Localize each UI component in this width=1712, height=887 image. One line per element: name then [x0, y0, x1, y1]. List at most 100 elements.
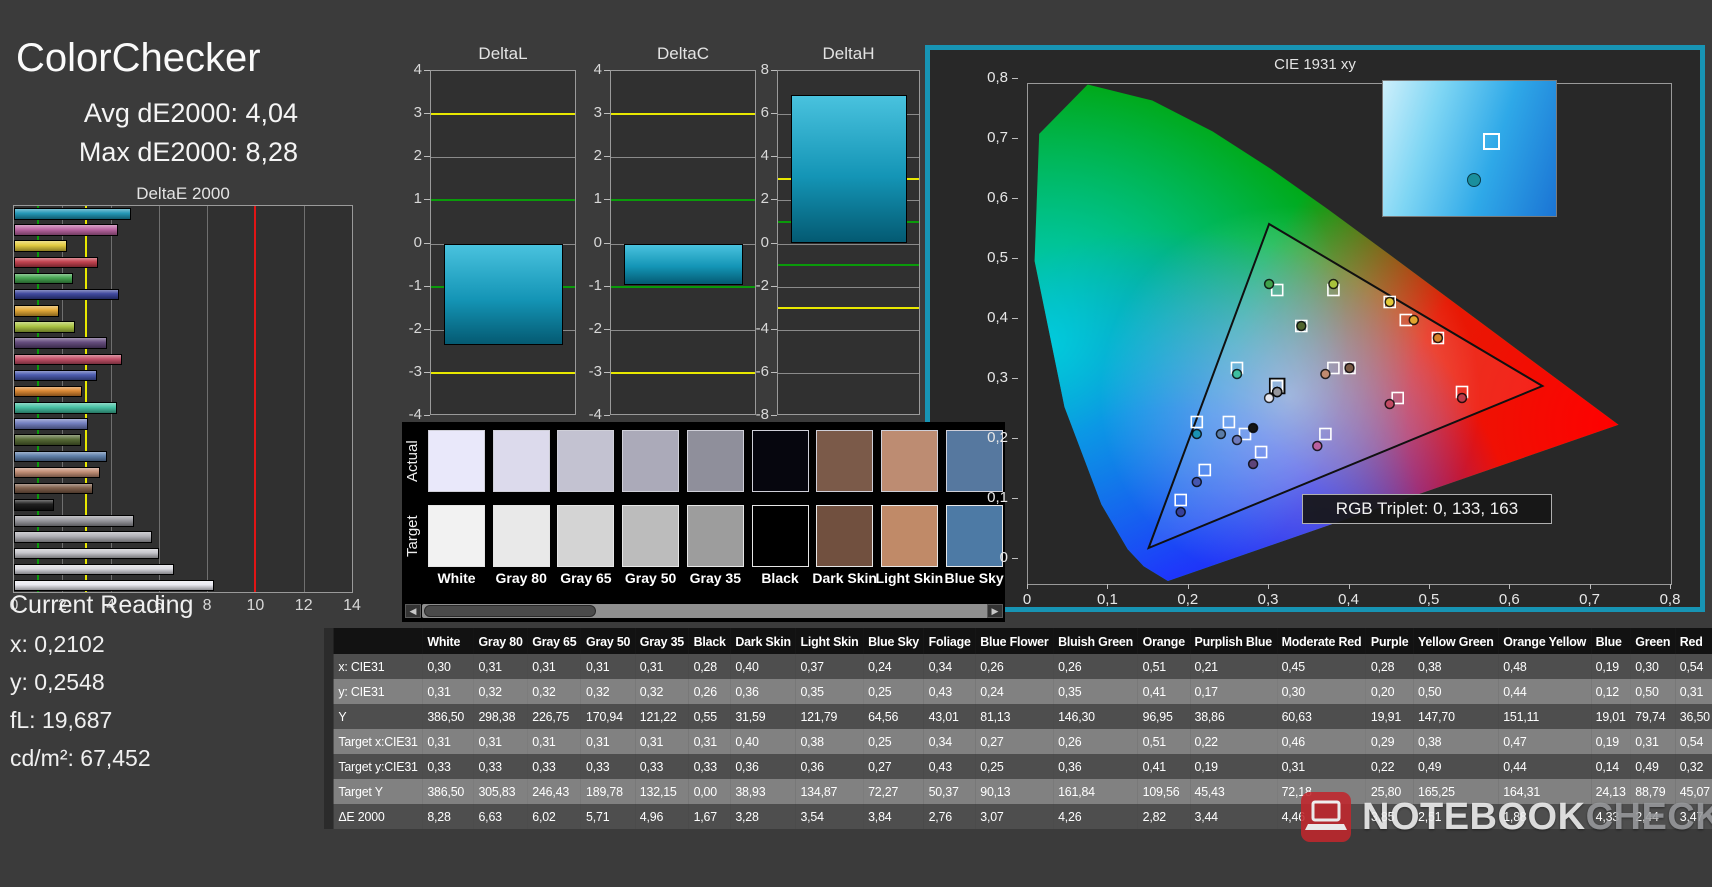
value-cell: 0,34: [923, 729, 976, 754]
gridline: [778, 329, 919, 331]
red-reference-line: [254, 206, 257, 592]
value-cell: 0,19: [1189, 754, 1277, 779]
y-tick-mark: [771, 371, 777, 373]
target-swatch-gray-50: [622, 505, 680, 567]
deltae-bar-purplish-blue: [14, 369, 98, 382]
deltac-chart: [610, 70, 756, 415]
cie-x-tick-mark: [1027, 584, 1028, 589]
table-corner-cell: [323, 628, 423, 654]
deltac-chart-title: DeltaC: [657, 44, 709, 63]
value-cell: 0,14: [1590, 754, 1631, 779]
deltal-chart: [430, 70, 576, 415]
value-cell: 0,22: [1189, 729, 1277, 754]
target-swatch-white: [428, 505, 485, 567]
column-header: Blue Sky: [863, 628, 924, 654]
y-tick-mark: [604, 371, 610, 373]
cie-x-tick-label: 0: [1022, 591, 1032, 608]
measured-point-gray-35: [1271, 386, 1283, 398]
green-tolerance-line: [611, 285, 755, 288]
y-tick-mark: [771, 113, 777, 115]
value-cell: 3,54: [795, 804, 864, 829]
x-tick-label: 10: [246, 597, 265, 614]
y-tick-label: 3: [593, 104, 602, 122]
value-cell: 0,48: [1498, 654, 1591, 679]
measured-point-green: [1263, 278, 1275, 290]
y-tick-label: 1: [413, 190, 422, 208]
column-header: Orange Yellow: [1498, 628, 1591, 654]
gridline: [303, 206, 305, 592]
value-cell: 0,45: [1276, 654, 1367, 679]
y-tick-label: 0: [760, 233, 769, 251]
target-swatch-black: [751, 505, 809, 567]
value-cell: 189,78: [581, 779, 636, 804]
value-cell: 0,22: [1366, 754, 1414, 779]
avg-de2000-stat: Avg dE2000: 4,04: [83, 98, 298, 128]
value-cell: 0,24: [975, 679, 1054, 704]
gridline: [611, 329, 755, 331]
value-cell: 0,31: [688, 729, 731, 754]
deltae-bar-moderate-red: [14, 353, 122, 365]
value-cell: 45,43: [1189, 779, 1277, 804]
value-cell: 0,41: [1137, 754, 1190, 779]
gridline: [611, 157, 755, 159]
notebookcheck-logo: NOTEBOOKCHECK: [1300, 791, 1712, 843]
value-cell: 3,28: [730, 804, 796, 829]
cie-chart-title: CIE 1931 xy: [1274, 56, 1356, 73]
table-row: y: CIE31 0,31 0,32 0,32 0,32 0,32 0,26 0,36 0,35…: [323, 679, 1712, 704]
row-label: Target Y: [323, 779, 423, 804]
value-cell: 0,33: [473, 754, 528, 779]
green-tolerance-line: [431, 199, 575, 202]
y-tick-mark: [771, 242, 777, 244]
deltae-bar-foliage: [14, 434, 81, 446]
target-swatch-gray-80: [492, 505, 550, 567]
deltah-chart-title: DeltaH: [822, 44, 875, 63]
x-tick-label: 12: [294, 597, 313, 614]
value-cell: 0,44: [1498, 679, 1591, 704]
value-cell: 0,33: [422, 754, 474, 779]
swatch-scrollbar-track[interactable]: [422, 604, 1001, 618]
y-tick-mark: [604, 199, 610, 201]
swatch-label: Gray 35: [689, 570, 741, 586]
y-tick-label: 0: [413, 233, 422, 251]
value-cell: 0,43: [923, 679, 976, 704]
gridline: [778, 286, 919, 288]
deltae-bar-gray-35: [14, 515, 134, 527]
swatch-scrollbar-thumb[interactable]: [424, 605, 596, 617]
swatch-label: Gray 65: [560, 570, 612, 586]
deltae-bar-cyan: [14, 208, 131, 220]
value-cell: 161,84: [1053, 779, 1138, 804]
y-tick-mark: [771, 70, 777, 71]
value-cell: 4,26: [1053, 804, 1138, 829]
cie-1931-panel: CIE 1931 xy 0 0,1 0,2 0,3 0,4 0,5 0,6 0,…: [925, 45, 1705, 612]
value-cell: 19,01: [1590, 704, 1631, 729]
rgb-triplet-label: RGB Triplet: 0, 133, 163: [1302, 494, 1552, 524]
value-cell: 386,50: [422, 779, 474, 804]
value-cell: 0,38: [1413, 729, 1499, 754]
measured-point-blue-sky: [1215, 428, 1227, 440]
value-cell: 151,11: [1498, 704, 1591, 729]
y-tick-mark: [424, 113, 430, 115]
scroll-right-button[interactable]: ▶: [987, 604, 1003, 618]
column-header: Yellow Green: [1413, 628, 1499, 654]
deltae-bar-orange: [14, 385, 83, 398]
column-header: Orange: [1137, 628, 1190, 654]
value-cell: 4,96: [635, 804, 689, 829]
column-header: Foliage: [923, 628, 976, 654]
value-cell: 0,36: [1053, 754, 1138, 779]
deltae-bar-gray-50: [14, 531, 152, 543]
value-cell: 0,31: [1276, 754, 1367, 779]
measured-point-light-skin: [1320, 368, 1331, 380]
value-cell: 19,91: [1366, 704, 1414, 729]
value-cell: 132,15: [635, 779, 689, 804]
deltae-bar-yellow-green: [14, 321, 75, 333]
column-header: Gray 50: [581, 628, 636, 654]
row-label: ΔE 2000: [323, 804, 423, 829]
y-tick-label: -3: [588, 362, 602, 380]
color-swatch-panel: Actual Target White Gray 80 Gray 65 Gray 50…: [402, 422, 1005, 622]
scroll-left-button[interactable]: ◀: [405, 604, 421, 618]
value-cell: 0,44: [1498, 754, 1591, 779]
value-cell: 60,63: [1276, 704, 1367, 729]
deltae-bar-purple: [14, 337, 107, 349]
y-tick-mark: [604, 415, 610, 416]
deltae2000-chart: [13, 205, 353, 593]
